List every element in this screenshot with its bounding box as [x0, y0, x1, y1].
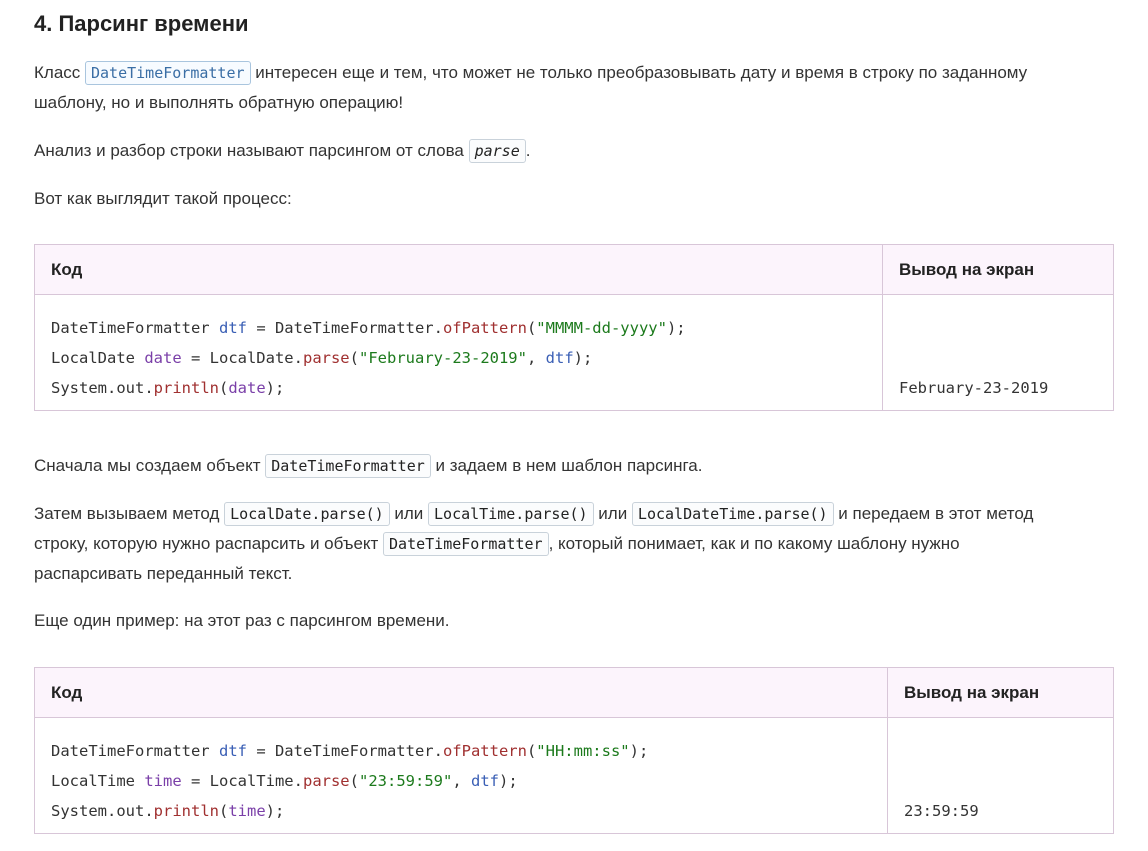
inline-code-localtime-parse: LocalTime.parse() — [428, 502, 594, 526]
parse-methods-paragraph: Затем вызываем метод LocalDate.parse() и… — [34, 502, 1034, 583]
inline-code-datetimeformatter: DateTimeFormatter — [265, 454, 431, 478]
code-cell: DateTimeFormatter dtf = DateTimeFormatte… — [35, 295, 883, 410]
parse-paragraph: Анализ и разбор строки называют парсинго… — [34, 136, 1114, 166]
table-row: DateTimeFormatter dtf = DateTimeFormatte… — [35, 295, 1113, 410]
inline-code-localdatetime-parse: LocalDateTime.parse() — [631, 502, 834, 526]
code-table-time: Код Вывод на экран DateTimeFormatter dtf… — [34, 667, 1114, 834]
inline-code-parse: parse — [468, 139, 526, 163]
time-example-paragraph: Еще один пример: на этот раз с парсингом… — [34, 611, 450, 630]
output-cell: February-23-2019 — [899, 379, 1049, 397]
code-cell: DateTimeFormatter dtf = DateTimeFormatte… — [35, 718, 888, 833]
output-cell: 23:59:59 — [904, 802, 979, 820]
create-formatter-paragraph: Сначала мы создаем объект DateTimeFormat… — [34, 451, 1114, 481]
inline-code-localdate-parse: LocalDate.parse() — [224, 502, 390, 526]
inline-code-datetimeformatter: DateTimeFormatter — [383, 532, 549, 556]
table-header: Код Вывод на экран — [35, 245, 1113, 295]
column-header-output: Вывод на экран — [904, 683, 1040, 702]
inline-code-datetimeformatter: DateTimeFormatter — [85, 61, 251, 85]
section-heading: 4. Парсинг времени — [34, 11, 249, 36]
column-header-code: Код — [35, 668, 888, 717]
code-table-date: Код Вывод на экран DateTimeFormatter dtf… — [34, 244, 1114, 411]
table-header: Код Вывод на экран — [35, 668, 1113, 718]
intro-paragraph: Класс DateTimeFormatter интересен еще и … — [34, 61, 1028, 112]
column-header-output: Вывод на экран — [899, 260, 1035, 279]
process-paragraph: Вот как выглядит такой процесс: — [34, 189, 292, 208]
column-header-code: Код — [35, 245, 883, 294]
table-row: DateTimeFormatter dtf = DateTimeFormatte… — [35, 718, 1113, 833]
